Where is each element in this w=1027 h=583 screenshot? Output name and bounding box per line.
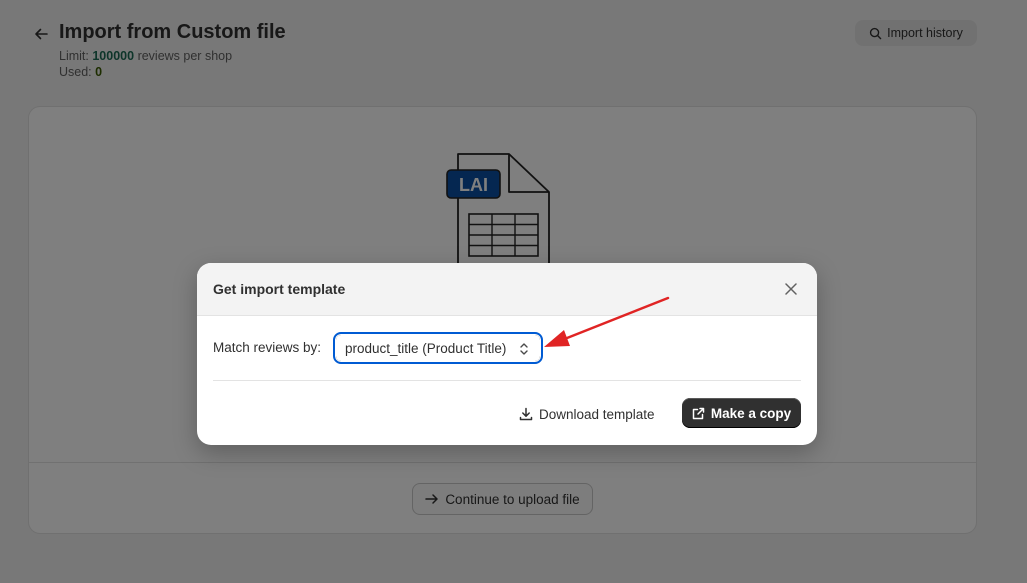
external-link-icon: [692, 407, 705, 419]
import-template-modal: Get import template Match reviews by: pr…: [197, 263, 817, 445]
download-icon: [519, 407, 533, 421]
make-copy-button[interactable]: Make a copy: [682, 398, 801, 428]
page: Import from Custom file Limit: 100000 re…: [0, 0, 1027, 583]
match-reviews-label: Match reviews by:: [213, 340, 322, 355]
make-copy-label: Make a copy: [710, 405, 792, 421]
chevron-updown-icon: [520, 343, 528, 355]
download-label: Download template: [539, 406, 655, 422]
modal-title: Get import template: [213, 281, 346, 297]
modal-divider: [213, 380, 801, 381]
match-reviews-select[interactable]: product_title (Product Title): [333, 332, 543, 364]
close-icon[interactable]: [781, 279, 801, 299]
download-template-button[interactable]: Download template: [519, 401, 655, 427]
modal-header: Get import template: [197, 263, 817, 316]
annotation-arrow: [544, 296, 670, 347]
match-select-value: product_title (Product Title): [345, 340, 507, 356]
